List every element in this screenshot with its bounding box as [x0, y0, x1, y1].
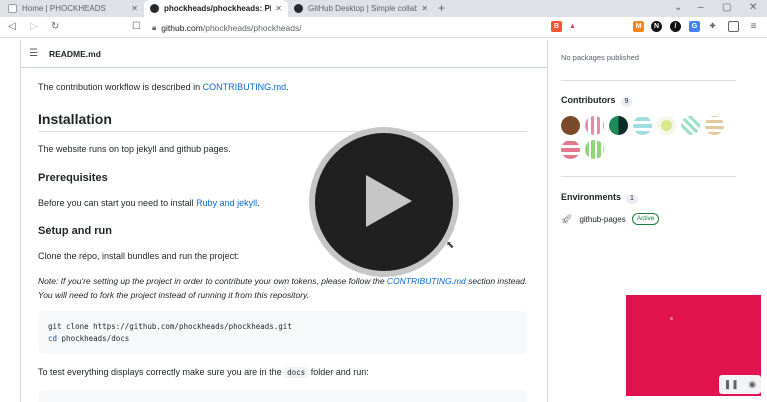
close-icon[interactable]: ✕	[421, 4, 428, 13]
environments-count: 1	[626, 194, 638, 204]
contributors-heading[interactable]: Contributors 9	[561, 95, 633, 107]
tab-home[interactable]: Home | PHOCKHEADS ✕	[2, 0, 144, 17]
play-icon[interactable]	[366, 175, 412, 227]
avatar[interactable]	[561, 116, 580, 135]
tab-title: GitHub Desktop | Simple collaborati	[308, 4, 418, 13]
installation-text: The website runs on top jekyll and githu…	[38, 144, 231, 154]
contributing-note-link[interactable]: CONTRIBUTING.md	[387, 276, 466, 286]
forward-icon[interactable]: ▷	[30, 20, 38, 34]
sidepanel-icon[interactable]	[728, 21, 739, 32]
rocket-icon: 🚀︎	[561, 213, 573, 224]
avatar[interactable]	[681, 116, 700, 135]
status-badge: Active	[631, 213, 660, 225]
code-block[interactable]	[38, 390, 527, 402]
code-line: cd phockheads/docs	[48, 334, 130, 343]
readme-filename: README.md	[48, 48, 101, 59]
sidebar-divider	[561, 176, 736, 177]
github-icon	[294, 4, 303, 13]
avatar[interactable]	[585, 140, 604, 159]
setup-text: Clone the repo, install bundles and run …	[38, 251, 240, 261]
translate-icon[interactable]: G	[689, 21, 700, 32]
packages-text: No packages published	[561, 53, 639, 62]
avatar[interactable]	[633, 116, 652, 135]
metamask-icon[interactable]: M	[633, 21, 644, 32]
close-window-icon[interactable]: ✕	[749, 2, 757, 13]
setup-heading: Setup and run	[38, 225, 112, 237]
browser-toolbar: ◁ ▷ ↻ ☐ 🔒︎ github.com/phockheads/phockhe…	[0, 17, 767, 38]
new-tab-button[interactable]: +	[438, 2, 445, 14]
address-bar[interactable]: 🔒︎ github.com/phockheads/phockheads/	[152, 20, 538, 35]
github-icon	[150, 4, 159, 13]
list-icon[interactable]: ☰	[29, 48, 38, 59]
note-text: Note: If you're setting up the project i…	[38, 276, 528, 300]
tab-github-desktop[interactable]: GitHub Desktop | Simple collaborati ✕	[288, 0, 434, 17]
inline-code: docs	[284, 367, 309, 378]
code-block[interactable]: git clone https://github.com/phockheads/…	[38, 311, 527, 354]
contribution-text: The contribution workflow is described i…	[38, 82, 289, 92]
mini-player-dot	[670, 317, 673, 320]
chevron-down-icon[interactable]: ⌄	[674, 2, 682, 13]
tab-repo[interactable]: phockheads/phockheads: Phockh ✕	[144, 0, 288, 17]
avatar[interactable]	[609, 116, 628, 135]
url-text: github.com/phockheads/phockheads/	[161, 22, 302, 33]
close-icon[interactable]: ✕	[275, 4, 282, 13]
installation-heading: Installation	[38, 111, 112, 127]
environment-link[interactable]: github-pages	[579, 215, 625, 224]
brave-shield-icon[interactable]: B	[551, 21, 562, 32]
close-icon[interactable]: ✕	[131, 4, 138, 13]
code-line: git clone https://github.com/phockheads/…	[48, 322, 292, 331]
expand-icon[interactable]: ◉	[748, 379, 756, 390]
bookmark-icon[interactable]: ☐	[132, 20, 141, 34]
avatar[interactable]	[705, 116, 724, 135]
avatar[interactable]	[657, 116, 676, 135]
environments-heading[interactable]: Environments 1	[561, 192, 638, 204]
menu-icon[interactable]: ≡	[748, 21, 759, 32]
readme-border	[20, 40, 21, 402]
readme-header: ☰ README.md	[20, 40, 548, 68]
heading-rule	[38, 131, 527, 132]
tab-strip: Home | PHOCKHEADS ✕ phockheads/phockhead…	[0, 0, 767, 17]
prerequisites-text: Before you can start you need to install…	[38, 198, 260, 208]
mini-player-controls: ❚❚ ◉	[719, 375, 761, 394]
page-icon	[8, 4, 17, 13]
contributing-link[interactable]: CONTRIBUTING.md	[203, 82, 287, 92]
minimize-icon[interactable]: –	[698, 2, 704, 13]
test-text: To test everything displays correctly ma…	[38, 367, 369, 378]
contributors-count: 9	[620, 97, 633, 107]
avatar[interactable]	[585, 116, 604, 135]
lock-icon: 🔒︎	[152, 22, 157, 32]
tab-title: Home | PHOCKHEADS	[22, 4, 106, 13]
back-icon[interactable]: ◁	[8, 20, 16, 34]
mouse-cursor-icon: ⬉	[446, 240, 455, 251]
brave-rewards-icon[interactable]: ▲	[567, 21, 578, 32]
extension-slash-icon[interactable]: /	[670, 21, 681, 32]
reload-icon[interactable]: ↻	[51, 20, 59, 34]
environment-row: 🚀︎ github-pages Active	[561, 213, 660, 225]
pause-icon[interactable]: ❚❚	[724, 379, 739, 390]
readme-border	[547, 40, 548, 402]
sidebar-divider	[561, 80, 736, 81]
maximize-icon[interactable]: ▢	[722, 2, 731, 13]
puzzle-icon[interactable]: ✚	[707, 21, 718, 32]
prerequisites-heading: Prerequisites	[38, 172, 108, 184]
extension-n-icon[interactable]: N	[651, 21, 662, 32]
avatar[interactable]	[561, 140, 580, 159]
tab-title: phockheads/phockheads: Phockh	[164, 4, 271, 13]
ruby-jekyll-link[interactable]: Ruby and jekyll	[196, 198, 257, 208]
